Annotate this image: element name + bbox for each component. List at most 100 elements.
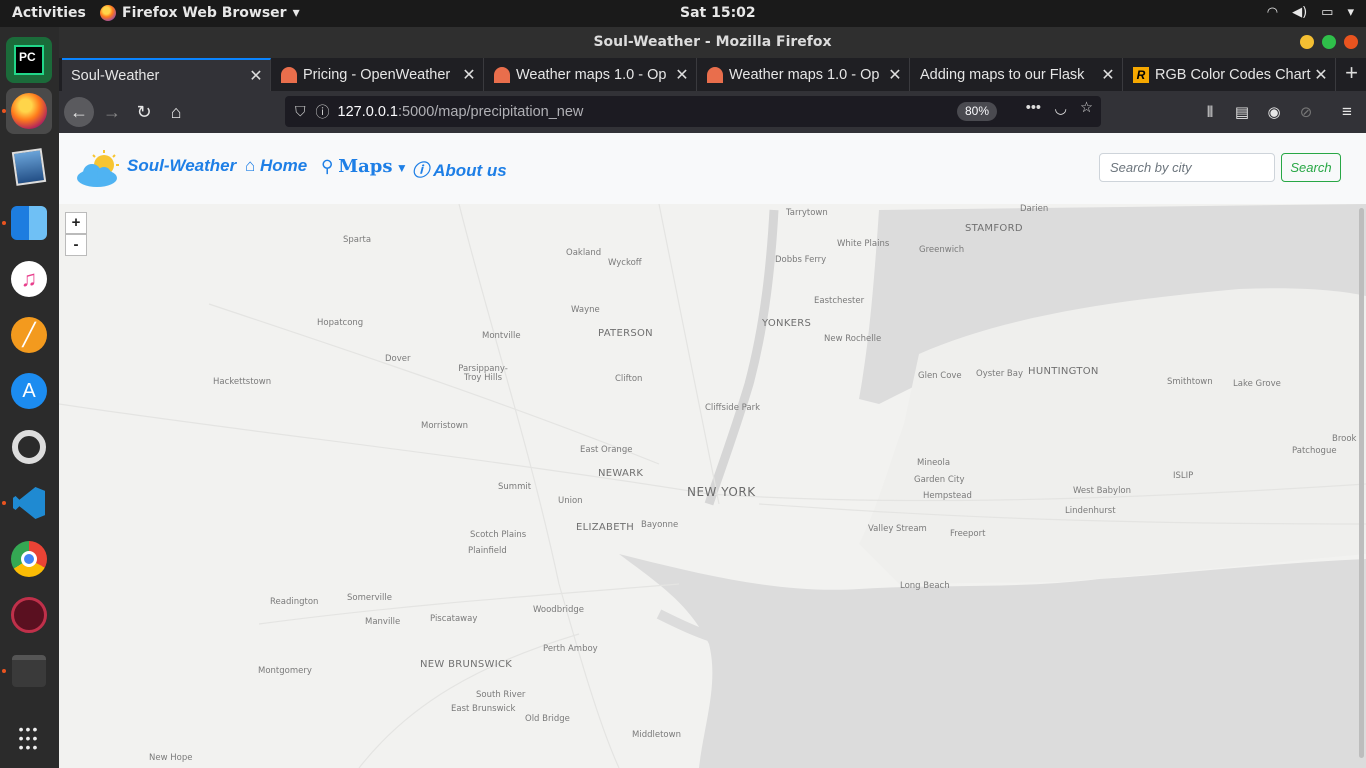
tab-weather-maps-1[interactable]: Weather maps 1.0 - Op ✕ [485,58,697,91]
place-label: Cliffside Park [705,403,761,413]
page-actions-icon[interactable]: ••• [1026,100,1041,116]
rapidtables-icon: R [1133,66,1149,83]
place-label: Mineola [917,458,951,468]
tab-pricing-openweather[interactable]: Pricing - OpenWeather ✕ [272,58,484,91]
nav-maps-dropdown[interactable]: ⚲ Maps ▼ [321,156,408,177]
caret-down-icon: ▼ [392,161,408,175]
place-label: Smithtown [1167,377,1213,387]
place-label: Perth Amboy [543,644,598,654]
close-tab-icon[interactable]: ✕ [459,65,479,85]
forward-arrow-icon[interactable]: → [97,97,127,127]
place-label: YONKERS [762,318,812,329]
place-label: Summit [498,482,532,492]
krita-icon[interactable] [6,592,52,638]
tracking-protection-icon[interactable]: ⛉ [295,103,306,120]
map-view[interactable]: + - Tarrytown Darien Sparta Oakland Wyck… [59,204,1366,768]
brand-link[interactable]: Soul-Weather [127,156,236,176]
firefox-window: Soul-Weather - Mozilla Firefox Soul-Weat… [59,27,1366,768]
place-label: Patchogue [1292,446,1337,456]
nav-maps-label: Maps [338,156,393,177]
url-bar[interactable]: ⛉ ⓘ 127.0.0.1:5000/map/precipitation_new… [285,96,1101,127]
page-scrollbar[interactable] [1359,208,1364,758]
image-viewer-icon[interactable] [6,144,52,190]
close-tab-icon[interactable]: ✕ [1098,65,1118,85]
close-tab-icon[interactable]: ✕ [672,65,692,85]
search-input[interactable]: Search by city [1099,153,1275,182]
place-label: HUNTINGTON [1028,366,1099,377]
running-indicator [2,221,6,225]
terminal-icon[interactable] [6,648,52,694]
place-label: Lake Grove [1233,379,1281,389]
new-tab-button[interactable]: + [1345,60,1358,86]
system-tray[interactable]: ◠ ◀) ▭ ▾ [1267,5,1354,20]
power-menu-icon: ▾ [1347,5,1354,20]
openweather-icon [707,66,723,83]
place-label: West Babylon [1073,486,1132,496]
zoom-out-button[interactable]: - [65,234,87,256]
tab-weather-maps-2[interactable]: Weather maps 1.0 - Op ✕ [698,58,910,91]
maximize-button[interactable] [1322,35,1336,49]
window-titlebar[interactable]: Soul-Weather - Mozilla Firefox [59,27,1366,58]
sidebar-icon[interactable]: ▤ [1227,97,1257,127]
place-label: Brook [1332,434,1357,444]
bookmark-star-icon[interactable]: ☆ [1080,100,1093,116]
pycharm-icon[interactable]: PC [6,37,52,83]
close-window-button[interactable] [1344,35,1358,49]
app-store-icon[interactable]: A [6,368,52,414]
place-label: Valley Stream [868,524,927,534]
pocket-icon[interactable]: ◡ [1054,101,1067,117]
navigation-toolbar: ← → ↻ ⌂ ⛉ ⓘ 127.0.0.1:5000/map/precipita… [59,91,1366,133]
search-button[interactable]: Search [1281,153,1341,182]
close-tab-icon[interactable]: ✕ [1311,65,1331,85]
close-tab-icon[interactable]: ✕ [246,66,266,86]
tab-adding-maps[interactable]: Adding maps to our Flask ✕ [911,58,1123,91]
nav-home[interactable]: ⌂ Home [245,156,307,176]
place-label: Greenwich [919,245,965,255]
nav-about[interactable]: ⓘ About us [412,156,507,181]
tab-soul-weather[interactable]: Soul-Weather ✕ [62,58,271,91]
place-label: Glen Cove [918,371,962,381]
blocked-extension-icon[interactable]: ⊘ [1291,97,1321,127]
tab-label: Weather maps 1.0 - Op [729,66,880,83]
place-label: Woodbridge [533,605,584,615]
site-info-icon[interactable]: ⓘ [316,102,330,122]
close-tab-icon[interactable]: ✕ [885,65,905,85]
place-label: Hackettstown [213,377,272,387]
zoom-level-badge[interactable]: 80% [956,102,997,121]
clock[interactable]: Sat 15:02 [680,5,756,21]
finder-icon[interactable] [6,200,52,246]
place-label: Garden City [914,475,965,485]
app-grid-icon[interactable]: ••• ••• ••• [6,715,52,761]
help-icon[interactable] [6,424,52,470]
music-icon[interactable]: ♫ [6,256,52,302]
tab-rgb-color-codes[interactable]: R RGB Color Codes Chart ✕ [1124,58,1336,91]
url-path: :5000/map/precipitation_new [397,103,584,120]
firefox-icon[interactable] [6,88,52,134]
place-label: Clifton [615,374,643,384]
text-editor-icon[interactable]: ╱ [6,312,52,358]
url-text[interactable]: 127.0.0.1:5000/map/precipitation_new [338,104,584,120]
activities-button[interactable]: Activities [12,5,86,21]
place-label: Hopatcong [317,318,364,328]
library-icon[interactable]: ⫴ [1195,97,1225,127]
place-label: PATERSON [598,328,653,339]
place-label: East Brunswick [451,704,516,714]
back-arrow-icon[interactable]: ← [64,97,94,127]
menu-hamburger-icon[interactable]: ≡ [1332,97,1362,127]
reload-icon[interactable]: ↻ [129,97,159,127]
account-icon[interactable]: ◉ [1259,97,1289,127]
zoom-in-button[interactable]: + [65,212,87,234]
url-host: 127.0.0.1 [337,103,398,120]
vscode-icon[interactable] [6,480,52,526]
tab-label: Pricing - OpenWeather [303,66,451,83]
chrome-icon[interactable] [6,536,52,582]
weather-logo-icon[interactable] [75,149,121,189]
place-label: Piscataway [430,614,478,624]
place-label: Scotch Plains [470,530,527,540]
nav-about-label: About us [433,161,507,180]
place-label: Morristown [421,421,469,431]
minimize-button[interactable] [1300,35,1314,49]
battery-icon: ▭ [1321,5,1334,20]
app-menu[interactable]: Firefox Web Browser ▾ [100,5,300,21]
home-icon[interactable]: ⌂ [161,97,191,127]
